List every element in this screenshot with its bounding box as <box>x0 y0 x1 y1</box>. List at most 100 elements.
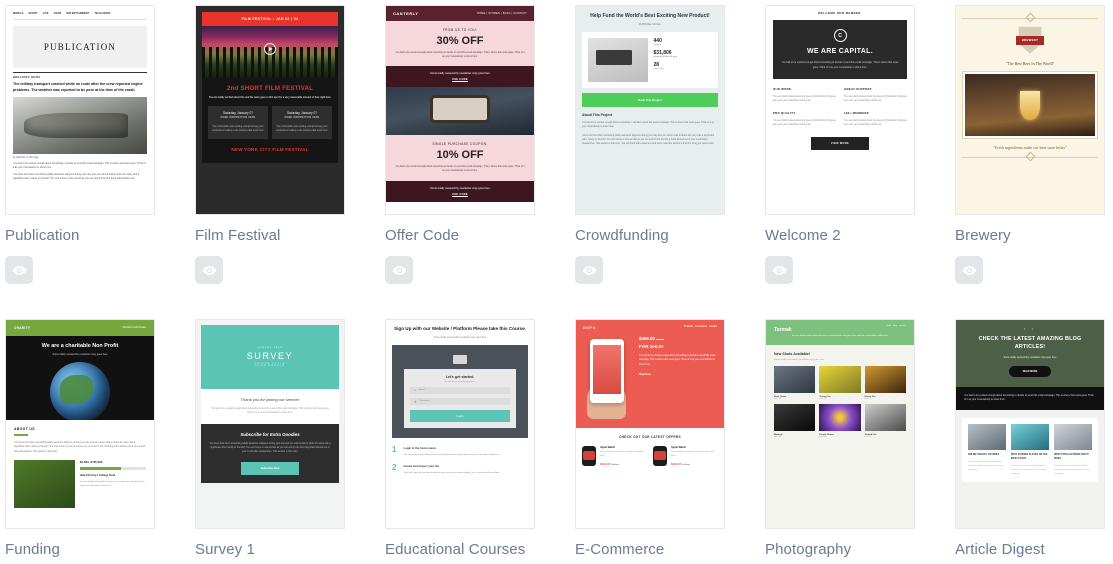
template-title: Film Festival <box>195 227 281 244</box>
template-thumbnail-brewery[interactable]: BREWERY "The Best Beer In The World" "Fr… <box>955 5 1105 215</box>
preview-paragraph: You know how when something totally awes… <box>14 441 146 453</box>
preview-subhead: You are totally excited about this and t… <box>208 97 332 99</box>
preview-headline: We are a charitable Non Profit <box>41 343 119 349</box>
password-field: 🔒 Password <box>410 397 510 405</box>
nav-item: TELEVISION <box>94 12 111 15</box>
preview-hero: SHOP It. Products Accessories Contact $4… <box>576 320 724 428</box>
template-title: Survey 1 <box>195 541 255 558</box>
preview-headline: Help Fund the World's Best Exciting New … <box>590 13 710 19</box>
template-card-funding[interactable]: CHARITY Website Funds Donate We are a ch… <box>5 319 195 564</box>
lock-icon: 🔒 <box>414 400 417 403</box>
template-thumbnail-photography[interactable]: Tormak work blog contact You are totally… <box>765 319 915 529</box>
template-thumbnail-funding[interactable]: CHARITY Website Funds Donate We are a ch… <box>5 319 155 529</box>
template-thumbnail-survey-1[interactable]: SURVEY 2016 SURVEY UNIQUE STYLE GOOD PEO… <box>195 319 345 529</box>
social-icons: f t <box>1024 328 1036 331</box>
template-thumbnail-e-commerce[interactable]: SHOP It. Products Accessories Contact $4… <box>575 319 725 529</box>
diamond-ornament-icon <box>1025 151 1035 162</box>
preview-quote: "The Best Beer In The World" <box>1005 61 1055 66</box>
preview-article-card: BEST SURFING PLACES ON THE WEST COAST Yo… <box>1011 424 1049 476</box>
nav-item: MOBILE <box>13 12 24 15</box>
template-card-crowdfunding[interactable]: Help Fund the World's Best Exciting New … <box>575 5 765 319</box>
preview-paragraph: You had to be excited enough about somet… <box>13 162 146 170</box>
nav-links: HOME | STORES | BLOG | CONTACT <box>477 12 527 15</box>
preview-button[interactable] <box>385 256 413 284</box>
preview-cta: Subscribe Now <box>241 461 299 475</box>
template-thumbnail-offer-code[interactable]: CANTERLY HOME | STORES | BLOG | CONTACT … <box>385 5 535 215</box>
template-card-welcome-2[interactable]: WELCOME NEW MEMBER. C WE ARE CAPITAL. Yo… <box>765 5 955 319</box>
preview-hero: f t CHECK THE LATEST AMAZING BLOG ARTICL… <box>956 320 1104 387</box>
template-thumbnail-educational-courses[interactable]: Sign Up with our Website / Platform Plea… <box>385 319 535 529</box>
preview-subhead: Some totally newsworthy newsletter copy … <box>52 353 108 356</box>
template-thumbnail-welcome-2[interactable]: WELCOME NEW MEMBER. C WE ARE CAPITAL. Yo… <box>765 5 915 215</box>
preview-paragraph: You know how when something totally awes… <box>13 173 140 181</box>
divider <box>13 72 147 73</box>
preview-subhead: Some totally newsworthy newsletter copy … <box>433 336 487 339</box>
preview-section-title: About This Project <box>582 113 613 118</box>
preview-section-title: ABOUT US <box>14 427 35 431</box>
template-card-e-commerce[interactable]: SHOP It. Products Accessories Contact $4… <box>575 319 765 564</box>
template-thumbnail-crowdfunding[interactable]: Help Fund the World's Best Exciting New … <box>575 5 725 215</box>
template-card-publication[interactable]: MOBILE SPORT LIFE FOOD ENTERTAINMENT TEL… <box>5 5 195 319</box>
preview-hero: SURVEY 2016 SURVEY UNIQUE STYLE GOOD PEO… <box>201 325 339 389</box>
preview-login-button: Login <box>410 409 510 422</box>
preview-image <box>965 74 1095 136</box>
preview-band: Some totally newsworthy newsletter copy … <box>386 66 534 88</box>
template-card-survey-1[interactable]: SURVEY 2016 SURVEY UNIQUE STYLE GOOD PEO… <box>195 319 385 564</box>
template-card-offer-code[interactable]: CANTERLY HOME | STORES | BLOG | CONTACT … <box>385 5 575 319</box>
preview-nav: CHARITY Website Funds Donate <box>6 320 154 336</box>
preview-paragraph: You had to be excited enough about somet… <box>582 122 715 129</box>
preview-login-form: Let's get started. No wait for an amazin… <box>404 368 516 428</box>
brewery-badge-icon: BREWERY <box>1015 25 1045 55</box>
template-thumbnail-film-festival[interactable]: FILM FESTIVAL / JAN 02 | 04 2nd SHORT FI… <box>195 5 345 215</box>
phone-image <box>583 336 634 419</box>
preview-section-title: New Shots Available! <box>774 352 811 357</box>
preview-top-label: WELCOME NEW MEMBER. <box>818 12 862 15</box>
preview-column: Saturday, January 07 MORE INFORMATION HE… <box>272 106 332 139</box>
preview-image <box>14 459 75 508</box>
template-title: Publication <box>5 227 80 244</box>
preview-band: Some totally newsworthy newsletter copy … <box>386 180 534 202</box>
preview-article-card: ONLINE SCHOOL COURSES You had to be exci… <box>968 424 1006 476</box>
preview-feature: 190+ MEMBERS You are totally stoked abou… <box>844 110 907 127</box>
template-card-article-digest[interactable]: f t CHECK THE LATEST AMAZING BLOG ARTICL… <box>955 319 1113 564</box>
preview-cta: Back This Project <box>582 93 718 108</box>
preview-button[interactable] <box>955 256 983 284</box>
preview-button[interactable] <box>575 256 603 284</box>
eye-icon <box>12 265 26 275</box>
template-title: Brewery <box>955 227 1011 244</box>
preview-photo: Tuning Car Dec. 19 <box>819 366 861 400</box>
preview-cta: READ MORE <box>1009 365 1051 377</box>
watch-image <box>653 446 667 466</box>
preview-feature: GREAT SUPPORT. You are totally stoked ab… <box>844 87 907 103</box>
template-card-educational-courses[interactable]: Sign Up with our Website / Platform Plea… <box>385 319 575 564</box>
template-card-photography[interactable]: Tormak work blog contact You are totally… <box>765 319 955 564</box>
template-thumbnail-publication[interactable]: MOBILE SPORT LIFE FOOD ENTERTAINMENT TEL… <box>5 5 155 215</box>
preview-hero: We are a charitable Non Profit Some tota… <box>6 336 154 420</box>
template-title: E-Commerce <box>575 541 665 558</box>
preview-headline: Sign Up with our Website / Platform Plea… <box>394 326 526 331</box>
preview-section-title: Subscribe for Extra Goodies <box>240 431 300 437</box>
template-title: Offer Code <box>385 227 460 244</box>
template-grid: MOBILE SPORT LIFE FOOD ENTERTAINMENT TEL… <box>5 5 1113 564</box>
preview-button[interactable] <box>195 256 223 284</box>
nav-item: LIFE <box>42 12 49 15</box>
preview-section-title: CHECK OUT OUR LATEST OFFERS <box>619 435 681 439</box>
preview-product: Apple Watch Some totally newsworthy news… <box>653 446 718 466</box>
globe-image <box>50 362 110 420</box>
preview-kicker: BREAKING NEWS <box>13 76 41 79</box>
preview-banner: You had to be excited enough about somet… <box>956 386 1104 411</box>
template-thumbnail-article-digest[interactable]: f t CHECK THE LATEST AMAZING BLOG ARTICL… <box>955 319 1105 529</box>
preview-button[interactable] <box>5 256 33 284</box>
template-card-brewery[interactable]: BREWERY "The Best Beer In The World" "Fr… <box>955 5 1113 319</box>
nav-item: FOOD <box>53 12 62 15</box>
preview-image <box>13 97 147 155</box>
preview-paragraph: You know how when something totally awes… <box>209 442 331 454</box>
preview-nav: CANTERLY HOME | STORES | BLOG | CONTACT <box>386 6 534 21</box>
template-card-film-festival[interactable]: FILM FESTIVAL / JAN 02 | 04 2nd SHORT FI… <box>195 5 385 319</box>
preview-cta: VIEW MORE <box>811 136 869 150</box>
preview-subhead: Some totally newsworthy newsletter copy … <box>1003 356 1057 359</box>
preview-step: 2 Create and Import your list Your info … <box>392 462 501 474</box>
preview-button[interactable] <box>765 256 793 284</box>
preview-byline: By Billy Bee Johnson <box>639 24 661 27</box>
mail-icon: ✉ <box>414 389 416 392</box>
